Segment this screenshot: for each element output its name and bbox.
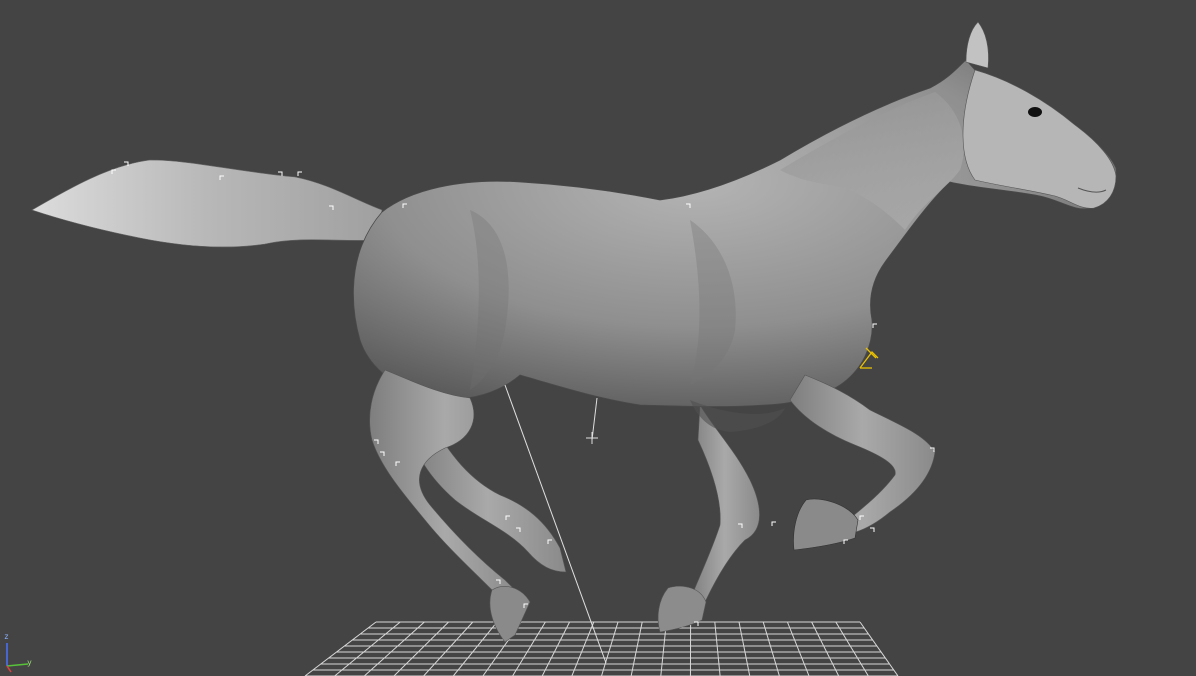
perspective-viewport[interactable]: z y (0, 0, 1196, 676)
tail[interactable] (31, 159, 383, 248)
ear[interactable] (965, 21, 989, 69)
bone-bracket (771, 521, 776, 526)
axis-tripod-icon (6, 643, 29, 673)
grid-line-v (786, 621, 810, 676)
axis-z-label: z (4, 632, 9, 641)
grid-line-v (762, 621, 780, 676)
bone-bracket (297, 171, 302, 176)
axis-y-line (6, 663, 29, 667)
bone-bracket (870, 527, 875, 532)
near-front-hoof[interactable] (793, 498, 859, 551)
grid-line-v (334, 621, 401, 676)
viewport-scene[interactable] (0, 0, 1196, 676)
bone-bracket (872, 323, 877, 328)
horse-mesh[interactable] (31, 21, 1117, 643)
grid-line-v (452, 621, 498, 676)
far-front-leg[interactable] (689, 404, 760, 613)
pivot-stem (591, 397, 598, 441)
grid-line-v (541, 621, 571, 676)
axis-y-label: y (27, 658, 32, 667)
horse-eye (1028, 107, 1042, 117)
grid-line-v (423, 621, 474, 676)
grid-line-v (714, 621, 721, 676)
grid-line-v (601, 621, 619, 676)
grid-line-v (571, 621, 595, 676)
grid-line-v (811, 621, 840, 676)
grid-line-v (363, 621, 425, 676)
grid-line-v (393, 621, 449, 676)
grid-line-v (859, 621, 899, 676)
home-grid (304, 621, 899, 676)
axis-x-line (6, 665, 12, 673)
grid-line-v (835, 621, 869, 676)
far-front-hoof[interactable] (657, 585, 707, 633)
grid-line-v (630, 621, 643, 676)
grid-line-v (304, 621, 377, 676)
grid-line-v (738, 621, 751, 676)
